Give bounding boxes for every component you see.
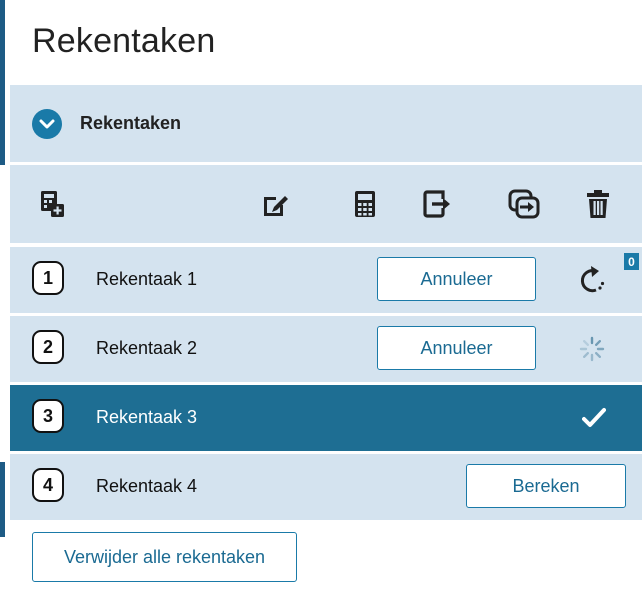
task-row-4[interactable]: 4 Rekentaak 4 Bereken xyxy=(10,454,642,520)
task-label: Rekentaak 2 xyxy=(96,338,198,358)
cancel-button[interactable]: Annuleer xyxy=(377,326,536,370)
task-label: Rekentaak 1 xyxy=(96,269,198,289)
checkmark-icon xyxy=(581,406,607,430)
copy-icon[interactable] xyxy=(506,186,542,222)
section-header[interactable]: Rekentaken xyxy=(10,85,642,162)
add-calculation-icon[interactable] xyxy=(34,186,70,222)
left-accent-bar-bottom xyxy=(0,462,5,537)
spinner-icon xyxy=(575,332,609,366)
queued-icon xyxy=(576,265,608,297)
task-row-1[interactable]: 1 Rekentaak 1 Annuleer xyxy=(10,247,642,313)
chevron-down-icon[interactable] xyxy=(32,108,62,139)
page-title: Rekentaken xyxy=(32,22,216,60)
task-number: 1 xyxy=(32,261,64,295)
rekentaken-panel: Rekentaken Rekentaken 1 Rekentaak 1 Annu… xyxy=(10,0,642,592)
task-number: 4 xyxy=(32,468,64,502)
task-row-2[interactable]: 2 Rekentaak 2 Annuleer xyxy=(10,316,642,382)
task-label: Rekentaak 3 xyxy=(96,407,198,427)
calculate-button[interactable]: Bereken xyxy=(466,464,626,508)
section-label: Rekentaken xyxy=(80,113,182,133)
task-label: Rekentaak 4 xyxy=(96,476,198,496)
cancel-button[interactable]: Annuleer xyxy=(377,257,536,301)
export-icon[interactable] xyxy=(420,186,456,222)
left-accent-bar-top xyxy=(0,0,5,165)
remove-all-tasks-button[interactable]: Verwijder alle rekentaken xyxy=(32,532,297,582)
toolbar xyxy=(10,165,642,243)
task-row-3[interactable]: 3 Rekentaak 3 xyxy=(10,385,642,451)
task-number: 2 xyxy=(32,330,64,364)
task-number: 3 xyxy=(32,399,64,433)
delete-icon[interactable] xyxy=(580,186,616,222)
edit-icon[interactable] xyxy=(257,186,293,222)
queue-count-badge: 0 xyxy=(624,253,639,270)
calculator-icon[interactable] xyxy=(347,186,383,222)
